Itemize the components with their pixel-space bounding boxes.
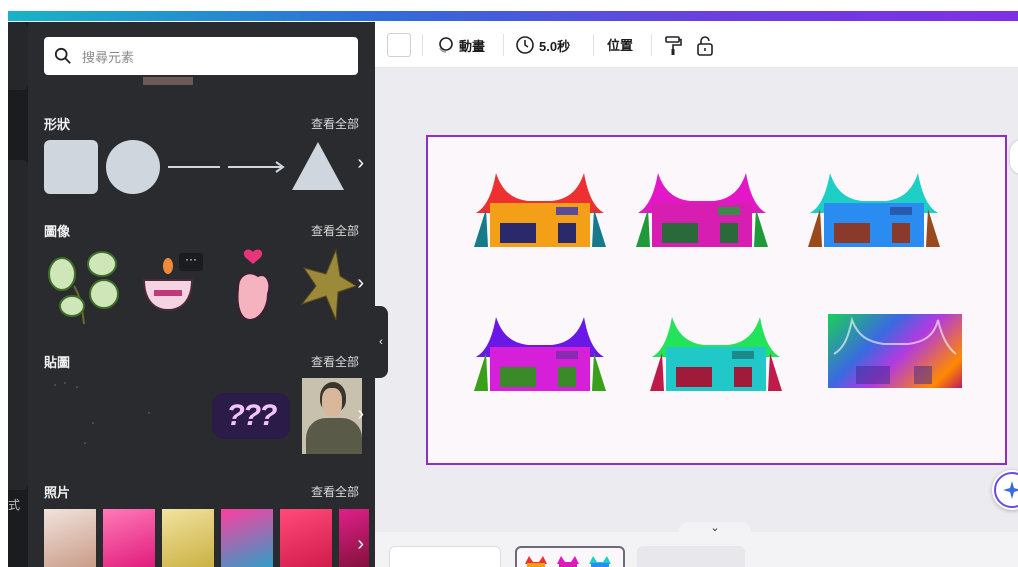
section-title-photos: 照片 xyxy=(44,485,71,500)
color-swatch-button[interactable] xyxy=(387,33,411,57)
line-shape[interactable] xyxy=(168,166,220,168)
unlock-icon xyxy=(697,36,713,56)
section-title-graphics: 圖像 xyxy=(44,224,71,239)
sparkle-icon xyxy=(994,472,1018,508)
sticker-person[interactable] xyxy=(302,378,362,454)
animate-label: 動畫 xyxy=(459,38,486,54)
stickers-next-chevron-icon[interactable]: › xyxy=(357,403,364,426)
see-all-stickers-link[interactable]: 查看全部 xyxy=(311,353,359,370)
editor-toolbar: 動畫 5.0秒 位置 xyxy=(375,22,1018,68)
photo-thumbnail[interactable] xyxy=(221,509,273,567)
search-placeholder: 搜尋元素 xyxy=(82,49,135,65)
photo-thumbnail[interactable] xyxy=(44,509,96,567)
elements-panel: 搜尋元素 形狀 查看全部 › 圖像 查看全部 ··· › 貼圖 查看全部 ??? xyxy=(28,22,375,567)
side-rail: 式 xyxy=(8,22,28,567)
house-graphic-2[interactable] xyxy=(634,169,770,247)
sticker-question-marks[interactable]: ??? xyxy=(212,393,290,439)
position-label: 位置 xyxy=(607,38,634,53)
see-all-shapes-link[interactable]: 查看全部 xyxy=(311,115,359,132)
magic-assistant-button[interactable] xyxy=(992,470,1018,510)
house-graphic-5[interactable] xyxy=(648,313,784,391)
animate-icon xyxy=(439,37,453,53)
rail-item-active[interactable] xyxy=(8,160,28,490)
page-thumbnail-active[interactable] xyxy=(515,546,625,567)
collapse-panel-button[interactable]: ‹ xyxy=(374,306,388,378)
shapes-next-chevron-icon[interactable]: › xyxy=(357,152,364,175)
leaf-graphic[interactable] xyxy=(44,246,124,326)
house-graphic-6-gradient[interactable] xyxy=(828,314,962,388)
photos-next-chevron-icon[interactable]: › xyxy=(357,533,364,556)
see-all-photos-link[interactable]: 查看全部 xyxy=(311,483,359,500)
search-input[interactable]: 搜尋元素 xyxy=(44,37,358,75)
toolbar-divider xyxy=(593,34,594,56)
circle-shape[interactable] xyxy=(106,140,160,194)
position-button[interactable]: 位置 xyxy=(607,35,633,54)
animate-button[interactable]: 動畫 xyxy=(435,35,485,55)
section-title-shapes: 形狀 xyxy=(44,117,71,132)
header-gradient-bar xyxy=(8,11,1018,21)
add-page-thumbnail[interactable] xyxy=(637,546,745,567)
search-icon xyxy=(54,47,71,64)
toggle-pages-button[interactable]: ⌄ xyxy=(679,522,751,536)
see-all-graphics-link[interactable]: 查看全部 xyxy=(311,222,359,239)
house-graphic-4[interactable] xyxy=(472,313,608,391)
photo-thumbnail[interactable] xyxy=(162,509,214,567)
page-thumbnail[interactable] xyxy=(389,546,501,567)
page-side-button[interactable] xyxy=(1010,140,1018,174)
paint-roller-button[interactable] xyxy=(663,35,687,57)
photo-thumbnail[interactable] xyxy=(280,509,332,567)
image-strip xyxy=(143,77,193,85)
pages-bar: ⌄ xyxy=(375,522,1018,567)
design-canvas[interactable] xyxy=(426,135,1007,465)
gold-star-graphic[interactable] xyxy=(296,248,356,322)
square-shape[interactable] xyxy=(44,140,98,194)
clock-icon xyxy=(516,36,534,54)
photo-thumbnail[interactable] xyxy=(339,509,369,567)
rail-item[interactable] xyxy=(8,22,28,90)
rail-item-label: 式 xyxy=(8,498,21,512)
arrow-shape[interactable] xyxy=(228,160,288,174)
more-options-button[interactable]: ··· xyxy=(179,253,203,271)
duration-label: 5.0秒 xyxy=(539,38,571,54)
thumbnail-houses xyxy=(525,556,611,567)
triangle-shape[interactable] xyxy=(290,140,346,192)
lock-button[interactable] xyxy=(695,35,719,57)
duration-button[interactable]: 5.0秒 xyxy=(515,35,570,55)
paint-roller-icon xyxy=(665,36,682,55)
house-outline-overlay xyxy=(833,316,957,384)
house-graphic-3[interactable] xyxy=(806,169,942,247)
toolbar-divider xyxy=(422,34,423,56)
photo-thumbnail[interactable] xyxy=(103,509,155,567)
toolbar-divider xyxy=(503,34,504,56)
toolbar-divider xyxy=(651,34,652,56)
left-edge xyxy=(0,22,8,567)
house-graphic-1[interactable] xyxy=(472,169,608,247)
graphics-next-chevron-icon[interactable]: › xyxy=(357,272,364,295)
top-header xyxy=(0,0,1018,22)
section-title-stickers: 貼圖 xyxy=(44,355,71,370)
finger-heart-graphic[interactable] xyxy=(228,248,278,324)
